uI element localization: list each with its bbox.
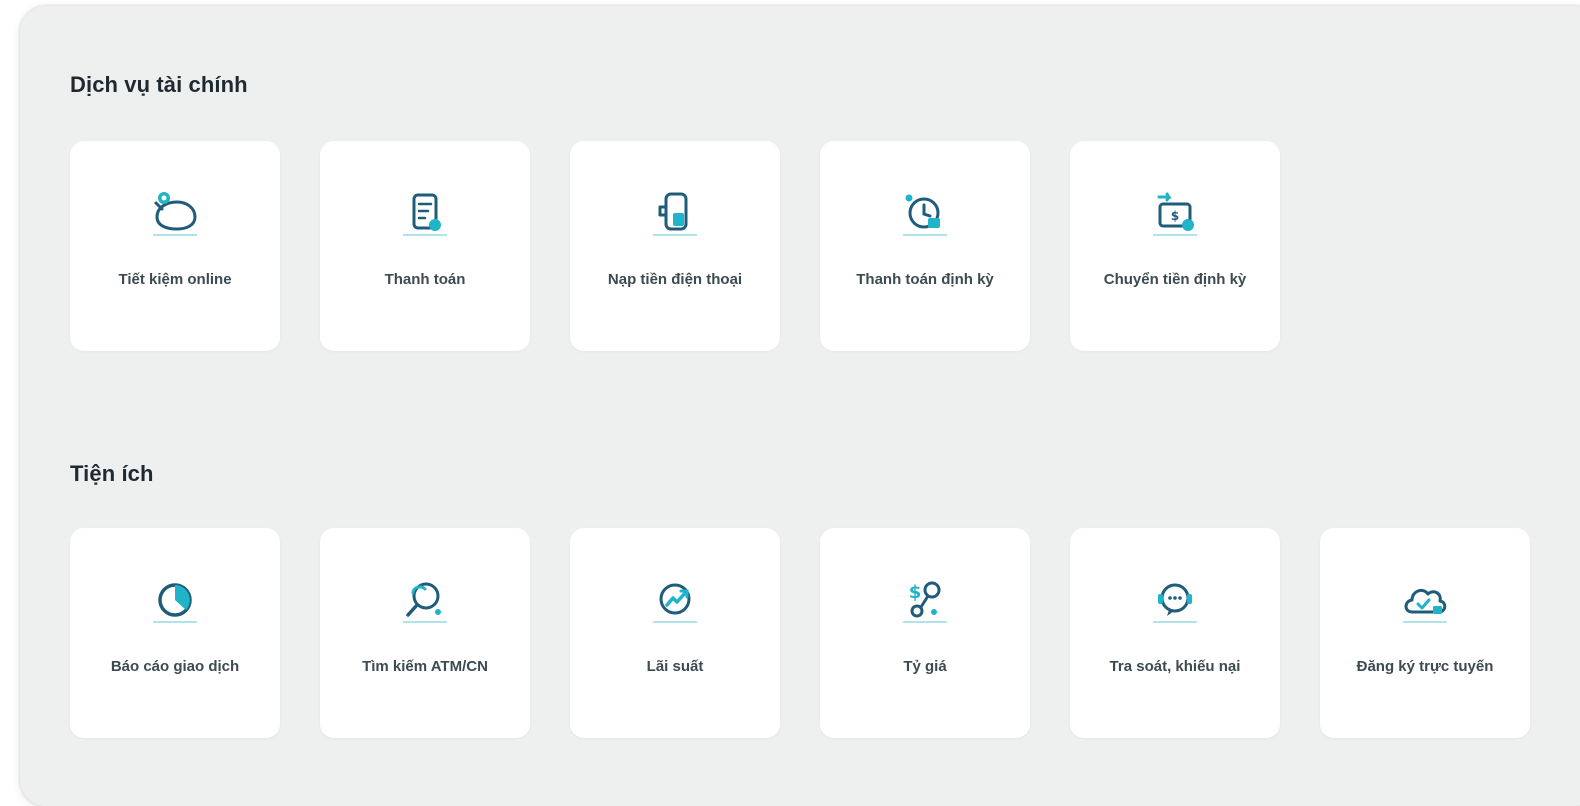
phone-topup-icon <box>645 185 705 245</box>
tile-label: Đăng ký trực tuyến <box>1356 658 1494 675</box>
interest-rate-icon <box>645 572 705 632</box>
tile-label: Thanh toán <box>384 271 466 288</box>
tile-label: Báo cáo giao dịch <box>110 658 240 675</box>
section-title-financial-services: Dịch vụ tài chính <box>70 72 248 97</box>
money-transfer-icon: $ <box>1145 185 1205 245</box>
section-title-utilities: Tiện ích <box>70 461 154 486</box>
support-chat-icon <box>1145 572 1205 632</box>
tile-recurring-payment[interactable]: Thanh toán định kỳ <box>820 141 1030 351</box>
services-panel: Dịch vụ tài chính Tiết kiệm online Thanh… <box>20 6 1580 806</box>
tile-payment[interactable]: Thanh toán <box>320 141 530 351</box>
tile-label: Tỷ giá <box>903 658 947 675</box>
tile-label: Lãi suất <box>646 658 704 675</box>
utilities-grid: Báo cáo giao dịch Tìm kiếm ATM/CN Lãi su… <box>70 528 1530 738</box>
tile-label: Tiết kiệm online <box>118 271 232 288</box>
svg-text:$: $ <box>1171 209 1179 223</box>
tile-transaction-report[interactable]: Báo cáo giao dịch <box>70 528 280 738</box>
tile-find-atm[interactable]: Tìm kiếm ATM/CN <box>320 528 530 738</box>
bill-document-icon <box>395 185 455 245</box>
tile-label: Nạp tiền điện thoại <box>607 271 743 288</box>
svg-text:$: $ <box>909 582 922 603</box>
financial-services-grid: Tiết kiệm online Thanh toán Nạp tiền điệ… <box>70 141 1280 351</box>
tile-interest-rate[interactable]: Lãi suất <box>570 528 780 738</box>
tile-recurring-transfer[interactable]: $ Chuyển tiền định kỳ <box>1070 141 1280 351</box>
tile-label: Thanh toán định kỳ <box>856 271 994 288</box>
tile-label: Chuyển tiền định kỳ <box>1103 271 1247 288</box>
tile-label: Tra soát, khiếu nại <box>1109 658 1241 675</box>
tile-phone-topup[interactable]: Nạp tiền điện thoại <box>570 141 780 351</box>
cloud-register-icon <box>1395 572 1455 632</box>
tile-label: Tìm kiếm ATM/CN <box>362 658 488 675</box>
tile-exchange-rate[interactable]: $ Tỷ giá <box>820 528 1030 738</box>
tile-inquiry-complaint[interactable]: Tra soát, khiếu nại <box>1070 528 1280 738</box>
pie-chart-icon <box>145 572 205 632</box>
search-atm-icon <box>395 572 455 632</box>
clock-payment-icon <box>895 185 955 245</box>
tile-online-savings[interactable]: Tiết kiệm online <box>70 141 280 351</box>
piggy-bank-icon <box>145 185 205 245</box>
exchange-rate-icon: $ <box>895 572 955 632</box>
tile-online-registration[interactable]: Đăng ký trực tuyến <box>1320 528 1530 738</box>
